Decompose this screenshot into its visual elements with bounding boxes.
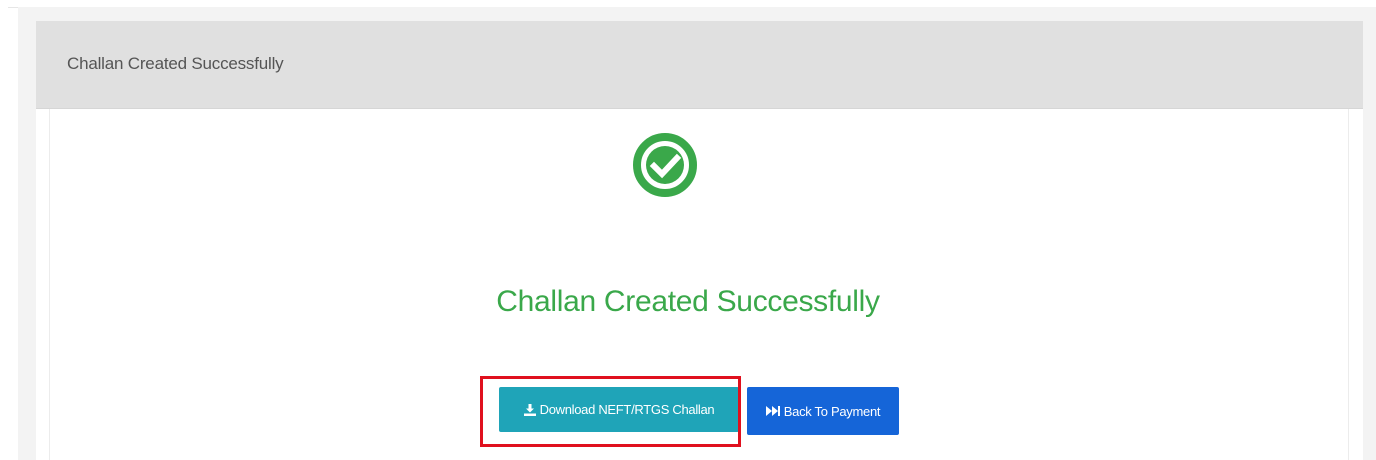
page: Challan Created Successfully Challan Cre… bbox=[0, 0, 1376, 460]
back-to-payment-button[interactable]: Back To Payment bbox=[747, 387, 899, 435]
card-header: Challan Created Successfully bbox=[36, 21, 1363, 109]
back-button-label: Back To Payment bbox=[783, 403, 881, 419]
fast-forward-icon bbox=[765, 406, 780, 416]
success-heading: Challan Created Successfully bbox=[496, 285, 880, 318]
highlight-annotation-box bbox=[480, 376, 741, 447]
check-circle-icon bbox=[633, 133, 697, 197]
card-header-title: Challan Created Successfully bbox=[67, 54, 284, 73]
